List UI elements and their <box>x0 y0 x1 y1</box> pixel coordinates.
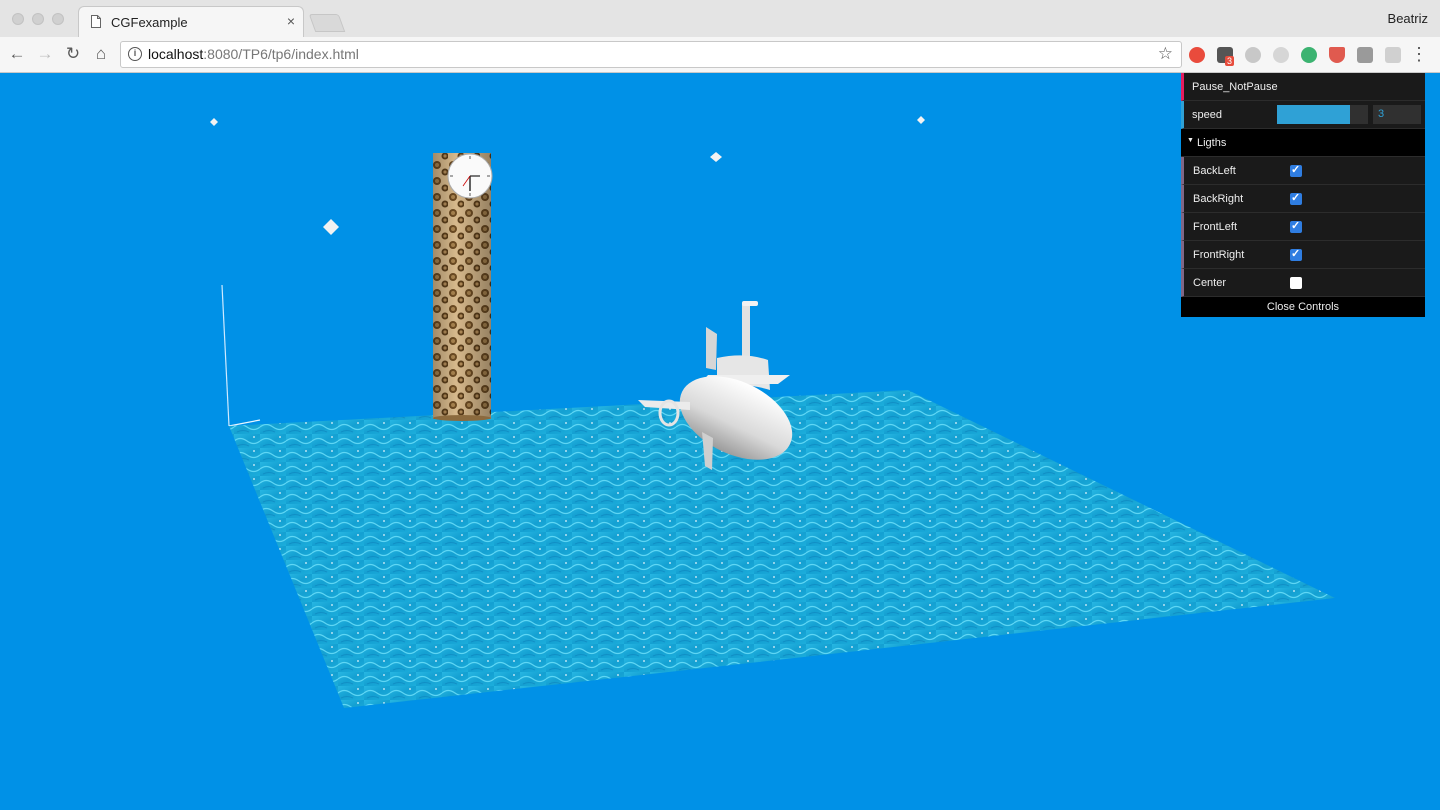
extension-green-icon[interactable] <box>1301 47 1317 63</box>
profile-name[interactable]: Beatriz <box>1388 11 1428 26</box>
extension-download-icon[interactable] <box>1273 47 1289 63</box>
extension-badge-count: 3 <box>1225 56 1235 66</box>
light-marker-center <box>710 152 722 162</box>
light-markers <box>210 116 925 235</box>
speed-input[interactable]: 3 <box>1373 105 1421 124</box>
light-label: FrontLeft <box>1193 221 1238 233</box>
tab-close-icon[interactable]: × <box>287 13 295 29</box>
pause-label: Pause_NotPause <box>1192 81 1278 93</box>
tab-strip: CGFexample × Beatriz <box>0 0 1440 37</box>
light-marker-front-left <box>323 219 339 235</box>
bookmark-star-icon[interactable]: ☆ <box>1158 44 1173 64</box>
info-icon[interactable]: i <box>128 47 142 61</box>
browser-menu-icon[interactable]: ⋮ <box>1410 45 1428 63</box>
speed-control: speed 3 <box>1181 101 1425 129</box>
speed-label: speed <box>1192 109 1222 121</box>
light-label: BackRight <box>1193 193 1244 205</box>
browser-tab[interactable]: CGFexample × <box>78 6 304 37</box>
controls-panel: Pause_NotPause speed 3 ▼ Ligths BackLeft… <box>1181 73 1425 317</box>
light-row-center: Center <box>1181 269 1425 297</box>
window-close-button[interactable] <box>12 13 24 25</box>
address-bar[interactable]: i localhost:8080/TP6/tp6/index.html ☆ <box>120 41 1182 68</box>
light-checkbox[interactable] <box>1290 247 1302 261</box>
speed-slider[interactable] <box>1277 105 1368 124</box>
extension-cloud-icon[interactable] <box>1245 47 1261 63</box>
light-checkbox[interactable] <box>1290 191 1302 205</box>
light-checkbox[interactable] <box>1290 219 1302 233</box>
reload-icon[interactable]: ↻ <box>62 43 84 65</box>
clock-icon <box>447 153 493 199</box>
url-host: localhost <box>148 46 204 62</box>
light-label: FrontRight <box>1193 249 1245 261</box>
light-checkbox[interactable] <box>1290 163 1302 177</box>
light-row-front-right: FrontRight <box>1181 241 1425 269</box>
url-text[interactable]: localhost:8080/TP6/tp6/index.html <box>148 46 359 62</box>
extension-opera-icon[interactable] <box>1189 47 1205 63</box>
window-zoom-button[interactable] <box>52 13 64 25</box>
home-icon[interactable]: ⌂ <box>90 43 112 65</box>
extension-jb-icon[interactable] <box>1357 47 1373 63</box>
webgl-canvas[interactable]: Pause_NotPause speed 3 ▼ Ligths BackLeft… <box>0 73 1440 810</box>
url-path: :8080/TP6/tp6/index.html <box>203 46 359 62</box>
light-row-back-left: BackLeft <box>1181 157 1425 185</box>
back-arrow-icon[interactable]: ← <box>6 43 28 65</box>
extension-badge-icon[interactable]: 3 <box>1217 47 1235 66</box>
light-row-front-left: FrontLeft <box>1181 213 1425 241</box>
page-icon <box>91 15 101 28</box>
speed-slider-fill <box>1277 105 1350 124</box>
light-label: BackLeft <box>1193 165 1236 177</box>
lights-folder-label: Ligths <box>1197 137 1227 149</box>
forward-arrow-icon[interactable]: → <box>34 43 56 65</box>
browser-toolbar: ← → ↻ ⌂ i localhost:8080/TP6/tp6/index.h… <box>0 37 1440 73</box>
pause-toggle-button[interactable]: Pause_NotPause <box>1181 73 1425 101</box>
axis-line-vertical <box>221 284 230 427</box>
lights-folder-header[interactable]: ▼ Ligths <box>1181 129 1425 157</box>
folder-caret-icon: ▼ <box>1187 137 1194 144</box>
light-checkbox[interactable] <box>1290 277 1302 289</box>
close-controls-button[interactable]: Close Controls <box>1181 297 1425 317</box>
new-tab-button[interactable] <box>308 14 346 32</box>
extension-shield-icon[interactable] <box>1329 47 1345 63</box>
light-marker-back-right <box>917 116 925 124</box>
light-row-back-right: BackRight <box>1181 185 1425 213</box>
light-marker-back-left <box>210 118 218 126</box>
window-minimize-button[interactable] <box>32 13 44 25</box>
tab-title: CGFexample <box>111 15 188 30</box>
extension-puzzle-icon[interactable] <box>1385 47 1401 63</box>
light-label: Center <box>1193 277 1227 289</box>
